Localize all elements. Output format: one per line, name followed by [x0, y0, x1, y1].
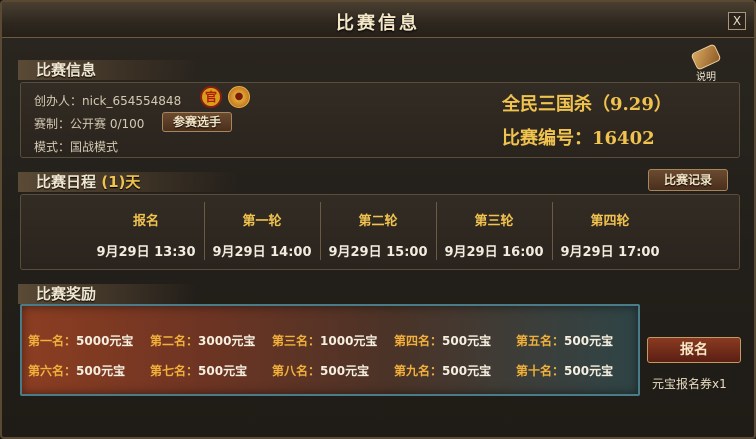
- reward-item: 第三名：1000元宝: [272, 332, 377, 349]
- schedule-item: 第四轮 9月29日 17:00: [552, 198, 668, 264]
- reward-rank: 第一名：: [28, 334, 77, 348]
- reward-rank: 第五名：: [516, 334, 565, 348]
- schedule-title: 比赛日程: [36, 173, 97, 191]
- reward-amount: 1000元宝: [320, 334, 378, 348]
- creator-text: 创办人：nick_654554848: [34, 94, 182, 108]
- mode-text: 模式：国战模式: [34, 140, 119, 154]
- reward-rank: 第十名：: [516, 364, 565, 378]
- reward-rank: 第九名：: [394, 364, 443, 378]
- schedule-days: (1)天: [101, 173, 141, 191]
- reward-amount: 500元宝: [76, 364, 126, 378]
- schedule-label: 第三轮: [474, 214, 514, 229]
- view-players-button[interactable]: 参赛选手: [162, 112, 232, 132]
- dialog-title: 比赛信息: [336, 13, 420, 34]
- schedule-time: 9月29日 16:00: [444, 245, 544, 260]
- match-id: 比赛编号：16402: [502, 128, 655, 149]
- format-text: 赛制：公开赛 0/100: [34, 117, 145, 131]
- reward-amount: 500元宝: [442, 364, 492, 378]
- help-label: 说明: [696, 72, 716, 83]
- schedule-label: 报名: [132, 214, 159, 229]
- reward-item: 第五名：500元宝: [516, 332, 613, 349]
- reward-item: 第九名：500元宝: [394, 362, 491, 379]
- reward-rank: 第七名：: [150, 364, 199, 378]
- reward-item: 第一名：5000元宝: [28, 332, 133, 349]
- schedule-item: 第一轮 9月29日 14:00: [204, 198, 320, 264]
- reward-item: 第六名：500元宝: [28, 362, 125, 379]
- reward-rank: 第三名：: [272, 334, 321, 348]
- title-bar: 比赛信息 X: [2, 2, 754, 38]
- reward-rank: 第六名：: [28, 364, 77, 378]
- match-name: 全民三国杀（9.29）: [502, 94, 672, 115]
- help-button[interactable]: 说明: [688, 43, 724, 83]
- schedule-label: 第四轮: [590, 214, 630, 229]
- reward-amount: 500元宝: [564, 364, 614, 378]
- reward-amount: 500元宝: [198, 364, 248, 378]
- schedule-label: 第一轮: [242, 214, 282, 229]
- schedule-time: 9月29日 14:00: [212, 245, 312, 260]
- section-title-info: 比赛信息: [18, 60, 198, 80]
- signup-ticket-text: 元宝报名券x1: [652, 377, 727, 391]
- reward-item: 第七名：500元宝: [150, 362, 247, 379]
- section-title-schedule: 比赛日程 (1)天: [18, 172, 238, 192]
- close-button[interactable]: X: [728, 12, 746, 30]
- scroll-icon: [690, 43, 722, 71]
- schedule-label: 第二轮: [358, 214, 398, 229]
- reward-amount: 500元宝: [442, 334, 492, 348]
- reward-rank: 第二名：: [150, 334, 199, 348]
- reward-rank: 第四名：: [394, 334, 443, 348]
- reward-item: 第八名：500元宝: [272, 362, 369, 379]
- reward-rank: 第八名：: [272, 364, 321, 378]
- schedule-time: 9月29日 15:00: [328, 245, 428, 260]
- section-title-rewards: 比赛奖励: [18, 284, 198, 304]
- reward-item: 第四名：500元宝: [394, 332, 491, 349]
- reward-amount: 5000元宝: [76, 334, 134, 348]
- schedule-item: 第三轮 9月29日 16:00: [436, 198, 552, 264]
- reward-amount: 500元宝: [564, 334, 614, 348]
- schedule-item: 第二轮 9月29日 15:00: [320, 198, 436, 264]
- schedule-item: 报名 9月29日 13:30: [88, 198, 204, 264]
- reward-amount: 3000元宝: [198, 334, 256, 348]
- reward-item: 第十名：500元宝: [516, 362, 613, 379]
- official-badge-icon: 官: [200, 86, 222, 108]
- match-record-button[interactable]: 比赛记录: [648, 169, 728, 191]
- rewards-panel: 第一名：5000元宝 第二名：3000元宝 第三名：1000元宝 第四名：500…: [20, 304, 640, 396]
- money-bag-icon: ●: [228, 86, 250, 108]
- schedule-time: 9月29日 17:00: [560, 245, 660, 260]
- match-info-dialog: 比赛信息 X 比赛信息 说明 创办人：nick_654554848 官 ● 赛制…: [0, 0, 756, 439]
- reward-amount: 500元宝: [320, 364, 370, 378]
- reward-item: 第二名：3000元宝: [150, 332, 255, 349]
- schedule-time: 9月29日 13:30: [96, 245, 196, 260]
- signup-button[interactable]: 报名: [647, 337, 741, 363]
